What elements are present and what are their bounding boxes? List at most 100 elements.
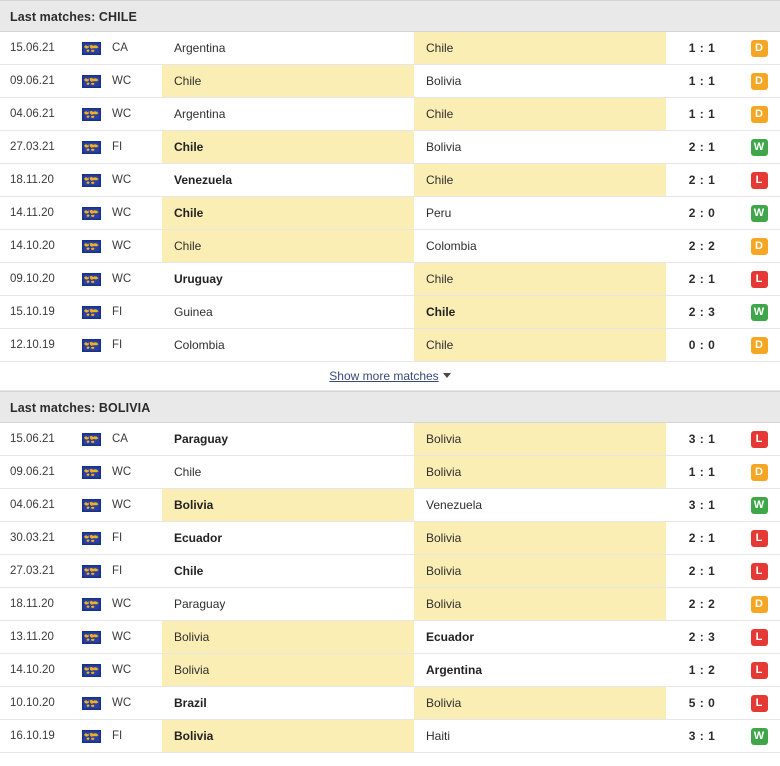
table-row[interactable]: 14.10.20 WC Chile Colombia 2 : 2 D (0, 230, 780, 263)
competition-code[interactable]: WC (106, 164, 162, 196)
away-team[interactable]: Haiti (414, 720, 666, 752)
match-score[interactable]: 2 : 1 (666, 131, 738, 163)
home-team[interactable]: Brazil (162, 687, 414, 719)
match-score[interactable]: 1 : 1 (666, 98, 738, 130)
table-row[interactable]: 13.11.20 WC Bolivia Ecuador 2 : 3 L (0, 621, 780, 654)
away-team[interactable]: Bolivia (414, 65, 666, 97)
table-row[interactable]: 15.10.19 FI Guinea Chile 2 : 3 W (0, 296, 780, 329)
home-team[interactable]: Ecuador (162, 522, 414, 554)
home-team[interactable]: Chile (162, 456, 414, 488)
table-row[interactable]: 15.06.21 CA Argentina Chile 1 : 1 D (0, 32, 780, 65)
away-team[interactable]: Chile (414, 296, 666, 328)
away-team[interactable]: Colombia (414, 230, 666, 262)
match-score[interactable]: 2 : 0 (666, 197, 738, 229)
away-team[interactable]: Chile (414, 329, 666, 361)
match-score[interactable]: 2 : 3 (666, 621, 738, 653)
competition-code[interactable]: WC (106, 621, 162, 653)
away-team[interactable]: Ecuador (414, 621, 666, 653)
match-score[interactable]: 1 : 1 (666, 65, 738, 97)
away-team[interactable]: Peru (414, 197, 666, 229)
home-team[interactable]: Venezuela (162, 164, 414, 196)
away-team[interactable]: Chile (414, 98, 666, 130)
competition-code[interactable]: CA (106, 32, 162, 64)
table-row[interactable]: 18.11.20 WC Paraguay Bolivia 2 : 2 D (0, 588, 780, 621)
competition-code[interactable]: WC (106, 456, 162, 488)
away-team[interactable]: Venezuela (414, 489, 666, 521)
match-score[interactable]: 5 : 0 (666, 687, 738, 719)
table-row[interactable]: 16.10.19 FI Bolivia Haiti 3 : 1 W (0, 720, 780, 753)
competition-code[interactable]: WC (106, 230, 162, 262)
competition-code[interactable]: WC (106, 489, 162, 521)
table-row[interactable]: 15.06.21 CA Paraguay Bolivia 3 : 1 L (0, 423, 780, 456)
competition-code[interactable]: WC (106, 263, 162, 295)
home-team[interactable]: Argentina (162, 98, 414, 130)
home-team[interactable]: Chile (162, 555, 414, 587)
competition-code[interactable]: FI (106, 296, 162, 328)
home-team[interactable]: Guinea (162, 296, 414, 328)
home-team[interactable]: Chile (162, 131, 414, 163)
home-team[interactable]: Uruguay (162, 263, 414, 295)
home-team[interactable]: Colombia (162, 329, 414, 361)
match-score[interactable]: 1 : 1 (666, 32, 738, 64)
away-team[interactable]: Bolivia (414, 131, 666, 163)
home-team[interactable]: Bolivia (162, 654, 414, 686)
home-team[interactable]: Bolivia (162, 720, 414, 752)
table-row[interactable]: 12.10.19 FI Colombia Chile 0 : 0 D (0, 329, 780, 362)
table-row[interactable]: 30.03.21 FI Ecuador Bolivia 2 : 1 L (0, 522, 780, 555)
table-row[interactable]: 04.06.21 WC Argentina Chile 1 : 1 D (0, 98, 780, 131)
away-team[interactable]: Bolivia (414, 687, 666, 719)
table-row[interactable]: 09.10.20 WC Uruguay Chile 2 : 1 L (0, 263, 780, 296)
competition-code[interactable]: WC (106, 98, 162, 130)
match-score[interactable]: 2 : 1 (666, 263, 738, 295)
table-row[interactable]: 14.10.20 WC Bolivia Argentina 1 : 2 L (0, 654, 780, 687)
home-team[interactable]: Bolivia (162, 489, 414, 521)
competition-code[interactable]: WC (106, 687, 162, 719)
competition-code[interactable]: WC (106, 654, 162, 686)
match-score[interactable]: 2 : 3 (666, 296, 738, 328)
match-score[interactable]: 2 : 1 (666, 164, 738, 196)
home-team[interactable]: Paraguay (162, 423, 414, 455)
competition-code[interactable]: FI (106, 522, 162, 554)
competition-code[interactable]: WC (106, 588, 162, 620)
match-score[interactable]: 2 : 1 (666, 555, 738, 587)
competition-code[interactable]: WC (106, 65, 162, 97)
away-team[interactable]: Argentina (414, 654, 666, 686)
table-row[interactable]: 10.10.20 WC Brazil Bolivia 5 : 0 L (0, 687, 780, 720)
competition-code[interactable]: FI (106, 131, 162, 163)
table-row[interactable]: 18.11.20 WC Venezuela Chile 2 : 1 L (0, 164, 780, 197)
away-team[interactable]: Chile (414, 263, 666, 295)
table-row[interactable]: 09.06.21 WC Chile Bolivia 1 : 1 D (0, 456, 780, 489)
show-more-matches-link[interactable]: Show more matches (329, 369, 438, 383)
match-score[interactable]: 1 : 2 (666, 654, 738, 686)
match-score[interactable]: 2 : 2 (666, 230, 738, 262)
away-team[interactable]: Bolivia (414, 522, 666, 554)
away-team[interactable]: Chile (414, 32, 666, 64)
match-score[interactable]: 3 : 1 (666, 423, 738, 455)
home-team[interactable]: Argentina (162, 32, 414, 64)
home-team[interactable]: Bolivia (162, 621, 414, 653)
home-team[interactable]: Paraguay (162, 588, 414, 620)
competition-code[interactable]: CA (106, 423, 162, 455)
table-row[interactable]: 27.03.21 FI Chile Bolivia 2 : 1 L (0, 555, 780, 588)
match-score[interactable]: 3 : 1 (666, 489, 738, 521)
match-score[interactable]: 0 : 0 (666, 329, 738, 361)
away-team[interactable]: Chile (414, 164, 666, 196)
home-team[interactable]: Chile (162, 197, 414, 229)
table-row[interactable]: 14.11.20 WC Chile Peru 2 : 0 W (0, 197, 780, 230)
away-team[interactable]: Bolivia (414, 555, 666, 587)
competition-code[interactable]: WC (106, 197, 162, 229)
match-score[interactable]: 2 : 1 (666, 522, 738, 554)
away-team[interactable]: Bolivia (414, 588, 666, 620)
competition-code[interactable]: FI (106, 555, 162, 587)
away-team[interactable]: Bolivia (414, 423, 666, 455)
chevron-down-icon[interactable] (442, 372, 451, 378)
competition-code[interactable]: FI (106, 329, 162, 361)
match-score[interactable]: 3 : 1 (666, 720, 738, 752)
home-team[interactable]: Chile (162, 230, 414, 262)
competition-code[interactable]: FI (106, 720, 162, 752)
table-row[interactable]: 27.03.21 FI Chile Bolivia 2 : 1 W (0, 131, 780, 164)
home-team[interactable]: Chile (162, 65, 414, 97)
match-score[interactable]: 2 : 2 (666, 588, 738, 620)
table-row[interactable]: 09.06.21 WC Chile Bolivia 1 : 1 D (0, 65, 780, 98)
match-score[interactable]: 1 : 1 (666, 456, 738, 488)
